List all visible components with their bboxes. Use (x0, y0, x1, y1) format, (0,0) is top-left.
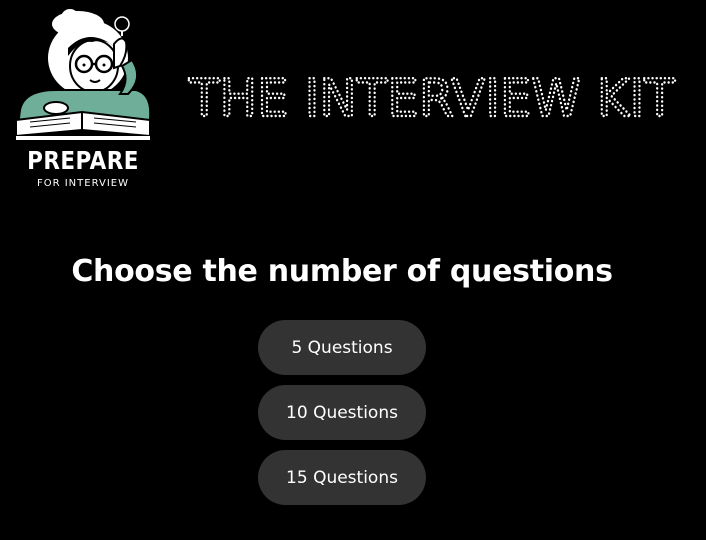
page: PREPARE FOR INTERVIEW THE INTERVIEW KIT … (0, 0, 706, 540)
logo-subtitle: FOR INTERVIEW (36, 178, 129, 189)
ten-questions-button[interactable]: 10 Questions (258, 385, 426, 440)
five-questions-button[interactable]: 5 Questions (258, 320, 426, 375)
site-title: THE INTERVIEW KIT (186, 66, 678, 128)
fifteen-questions-button[interactable]: 15 Questions (258, 450, 426, 505)
site-title-text: THE INTERVIEW KIT (188, 69, 675, 128)
question-count-options: 5 Questions 10 Questions 15 Questions (258, 320, 426, 515)
studying-girl-illustration (15, 9, 152, 140)
question-count-heading: Choose the number of questions (71, 254, 613, 289)
logo: PREPARE FOR INTERVIEW (10, 8, 156, 194)
logo-title: PREPARE (27, 146, 139, 175)
